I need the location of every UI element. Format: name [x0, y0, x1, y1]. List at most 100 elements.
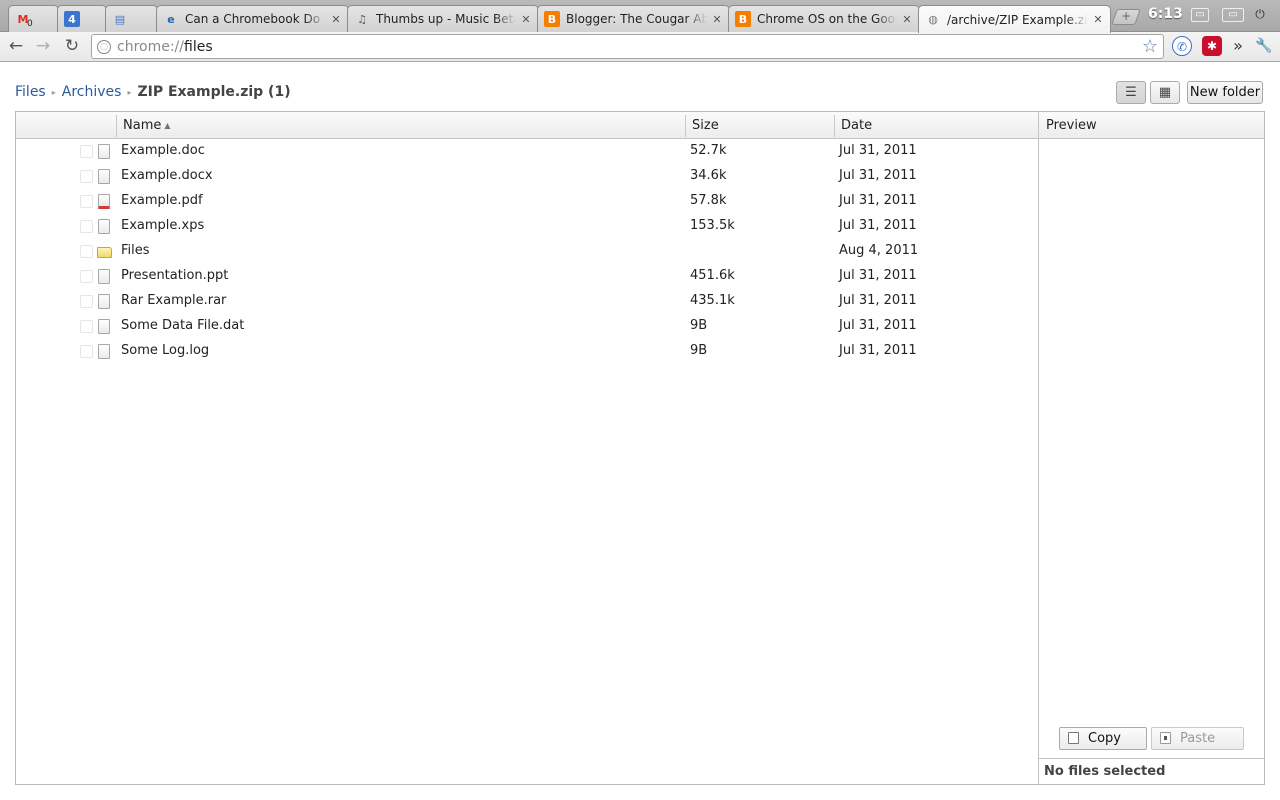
column-separator[interactable] [685, 115, 686, 137]
breadcrumb-separator-icon: ▸ [127, 87, 132, 97]
new-folder-button[interactable]: New folder [1187, 81, 1263, 104]
row-checkbox[interactable] [80, 145, 93, 158]
blogger-icon: B [544, 11, 560, 27]
phone-extension-icon[interactable]: ✆ [1172, 36, 1192, 56]
paste-icon [1160, 732, 1171, 744]
browser-tab[interactable]: ▤ [105, 5, 158, 32]
column-separator[interactable] [834, 115, 835, 137]
browser-tab[interactable]: M0 [8, 5, 59, 32]
list-view-button[interactable]: ☰ [1116, 81, 1146, 104]
tab-title: Chrome OS on the Goog [757, 12, 897, 26]
file-row[interactable]: Example.doc 52.7k Jul 31, 2011 [16, 139, 1038, 164]
unread-count-badge: 0 [27, 19, 33, 29]
browser-tab[interactable]: 4 [57, 5, 107, 32]
wrench-menu-icon[interactable]: 🔧 [1254, 36, 1274, 56]
page-info-globe-icon[interactable]: ◌ [97, 39, 111, 54]
file-name: Example.pdf [121, 193, 203, 208]
tab-close-icon[interactable]: ✕ [901, 13, 913, 26]
file-size: 153.5k [690, 218, 735, 233]
browser-tab[interactable]: B Blogger: The Cougar Ab ✕ [537, 5, 730, 32]
sort-ascending-icon: ▲ [164, 121, 171, 130]
row-checkbox[interactable] [80, 345, 93, 358]
browser-tab[interactable]: e Can a Chromebook Do R ✕ [156, 5, 349, 32]
row-checkbox[interactable] [80, 245, 93, 258]
row-checkbox[interactable] [80, 320, 93, 333]
tab-title: /archive/ZIP Example.zip [947, 12, 1088, 27]
file-row[interactable]: Some Data File.dat 9B Jul 31, 2011 [16, 314, 1038, 339]
browser-tab[interactable]: ♫ Thumbs up - Music Beta ✕ [347, 5, 539, 32]
bookmark-star-icon[interactable]: ☆ [1142, 36, 1158, 57]
network-icon[interactable]: ▭ [1191, 8, 1209, 22]
extensions-overflow-icon[interactable]: » [1228, 36, 1248, 56]
tab-close-icon[interactable]: ✕ [1092, 13, 1104, 26]
browser-tab[interactable]: B Chrome OS on the Goog ✕ [728, 5, 920, 32]
omnibox[interactable]: ◌ chrome://files ☆ [91, 34, 1164, 59]
tab-title: Thumbs up - Music Beta [376, 12, 516, 26]
column-name-label: Name [123, 118, 162, 133]
row-checkbox[interactable] [80, 220, 93, 233]
breadcrumb-files[interactable]: Files [15, 84, 46, 100]
file-name: Files [121, 243, 150, 258]
breadcrumb-archives[interactable]: Archives [62, 84, 122, 100]
copy-icon [1068, 732, 1079, 744]
row-checkbox[interactable] [80, 170, 93, 183]
file-name: Example.doc [121, 143, 205, 158]
browser-tab[interactable]: ◍ /archive/ZIP Example.zip ✕ [918, 5, 1111, 33]
tab-close-icon[interactable]: ✕ [711, 13, 723, 26]
file-date: Jul 31, 2011 [839, 143, 917, 158]
back-button[interactable]: ← [4, 35, 28, 57]
reload-button[interactable]: ↻ [60, 35, 84, 57]
calendar-icon: 4 [64, 11, 80, 27]
file-name: Some Data File.dat [121, 318, 245, 333]
file-date: Aug 4, 2011 [839, 243, 919, 258]
column-header-size[interactable]: Size [692, 118, 719, 133]
file-size: 9B [690, 318, 708, 333]
copy-button[interactable]: Copy [1059, 727, 1147, 750]
grid-view-button[interactable]: ▦ [1150, 81, 1180, 104]
file-row[interactable]: Some Log.log 9B Jul 31, 2011 [16, 339, 1038, 364]
file-row[interactable]: Example.pdf 57.8k Jul 31, 2011 [16, 189, 1038, 214]
preview-title: Preview [1039, 112, 1264, 139]
list-view-icon: ☰ [1125, 85, 1137, 100]
file-size: 451.6k [690, 268, 735, 283]
blogger-icon: B [735, 11, 751, 27]
paste-label: Paste [1180, 731, 1216, 746]
file-size: 9B [690, 343, 708, 358]
file-size: 435.1k [690, 293, 735, 308]
column-header-name[interactable]: Name ▲ [123, 118, 171, 133]
file-row[interactable]: Example.docx 34.6k Jul 31, 2011 [16, 164, 1038, 189]
new-tab-button[interactable]: + [1111, 9, 1141, 25]
file-date: Jul 31, 2011 [839, 193, 917, 208]
ie-e-icon: e [167, 12, 175, 26]
power-icon[interactable]: ⏻ [1251, 8, 1269, 22]
document-icon [98, 144, 110, 159]
document-icon [98, 294, 110, 309]
grid-view-icon: ▦ [1158, 85, 1172, 100]
tab-close-icon[interactable]: ✕ [330, 13, 342, 26]
paste-button[interactable]: Paste [1151, 727, 1244, 750]
row-checkbox[interactable] [80, 270, 93, 283]
file-row[interactable]: Presentation.ppt 451.6k Jul 31, 2011 [16, 264, 1038, 289]
tab-close-icon[interactable]: ✕ [520, 13, 532, 26]
clock[interactable]: 6:13 [1148, 6, 1183, 22]
column-header-date[interactable]: Date [841, 118, 872, 133]
row-checkbox[interactable] [80, 195, 93, 208]
file-row[interactable]: Files Aug 4, 2011 [16, 239, 1038, 264]
back-arrow-icon: ← [8, 36, 24, 56]
docs-icon: ▤ [114, 12, 126, 26]
url-scheme: chrome:// [117, 38, 184, 55]
column-separator[interactable] [116, 115, 117, 137]
row-checkbox[interactable] [80, 295, 93, 308]
file-date: Jul 31, 2011 [839, 293, 917, 308]
headphones-icon: ♫ [357, 12, 367, 26]
file-name: Example.docx [121, 168, 213, 183]
battery-icon[interactable]: ▭ [1222, 8, 1244, 22]
lastpass-extension-icon[interactable]: ✱ [1202, 36, 1222, 56]
url-host: files [184, 38, 213, 55]
file-row[interactable]: Example.xps 153.5k Jul 31, 2011 [16, 214, 1038, 239]
breadcrumb: Files ▸ Archives ▸ ZIP Example.zip (1) [15, 82, 291, 102]
forward-button[interactable]: → [31, 35, 55, 57]
file-row[interactable]: Rar Example.rar 435.1k Jul 31, 2011 [16, 289, 1038, 314]
plus-icon: + [1121, 9, 1132, 23]
breadcrumb-separator-icon: ▸ [51, 87, 56, 97]
